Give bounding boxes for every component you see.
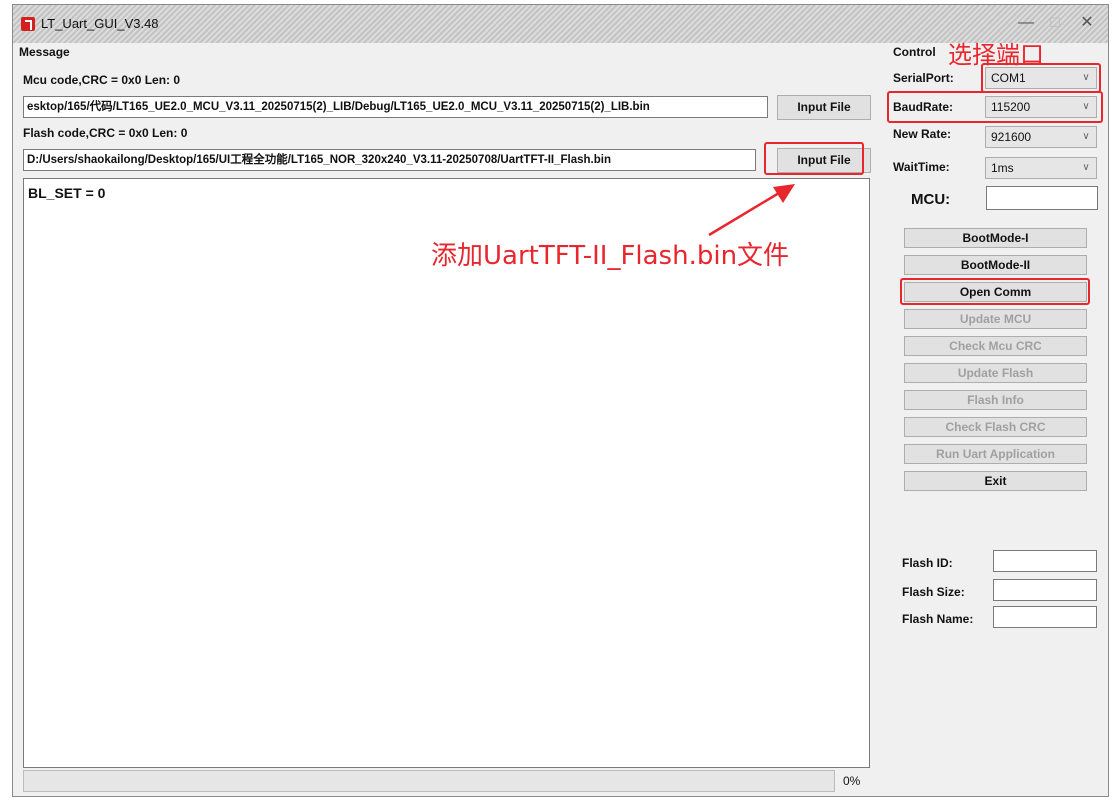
mcu-code-label: Mcu code,CRC = 0x0 Len: 0 [23, 73, 181, 87]
mcu-input-file-button[interactable]: Input File [777, 95, 871, 120]
exit-button[interactable]: Exit [904, 471, 1087, 491]
update-mcu-button[interactable]: Update MCU [904, 309, 1087, 329]
control-section-label: Control [893, 45, 936, 59]
app-window: LT_Uart_GUI_V3.48 — ☐ ✕ Message Mcu code… [12, 4, 1109, 797]
update-flash-button[interactable]: Update Flash [904, 363, 1087, 383]
close-icon[interactable]: ✕ [1073, 11, 1101, 35]
bootmode-1-button[interactable]: BootMode-I [904, 228, 1087, 248]
flash-name-input[interactable] [993, 606, 1097, 628]
serial-port-label: SerialPort: [893, 71, 954, 85]
flash-id-input[interactable] [993, 550, 1097, 572]
wait-time-label: WaitTime: [893, 160, 950, 174]
minimize-icon[interactable]: — [1012, 11, 1040, 35]
chevron-down-icon: ∨ [1082, 101, 1090, 112]
baud-rate-value: 115200 [991, 100, 1031, 114]
flash-info-button[interactable]: Flash Info [904, 390, 1087, 410]
new-rate-value: 921600 [991, 130, 1032, 144]
log-text: BL_SET = 0 [28, 185, 106, 201]
flash-name-label: Flash Name: [902, 612, 974, 626]
check-flash-crc-button[interactable]: Check Flash CRC [904, 417, 1087, 437]
wait-time-select[interactable]: 1ms ∨ [985, 157, 1097, 179]
highlight-flash-input-box [764, 142, 864, 175]
mcu-file-path-field[interactable]: esktop/165/代码/LT165_UE2.0_MCU_V3.11_2025… [23, 96, 768, 118]
wait-time-value: 1ms [991, 161, 1014, 175]
highlight-serial-port-box [981, 63, 1101, 93]
maximize-icon: ☐ [1049, 15, 1061, 30]
annotation-arrow-icon [708, 184, 795, 237]
new-rate-label: New Rate: [893, 127, 952, 141]
flash-size-label: Flash Size: [902, 585, 965, 599]
baud-rate-select[interactable]: 115200 ∨ [985, 96, 1097, 118]
flash-id-label: Flash ID: [902, 556, 953, 570]
check-mcu-crc-button[interactable]: Check Mcu CRC [904, 336, 1087, 356]
baud-rate-label: BaudRate: [893, 100, 954, 114]
progress-percent: 0% [843, 774, 861, 788]
flash-size-input[interactable] [993, 579, 1097, 601]
mcu-label: MCU: [911, 191, 951, 208]
annotation-add-flash-bin: 添加UartTFT-II_Flash.bin文件 [431, 241, 790, 271]
flash-code-label: Flash code,CRC = 0x0 Len: 0 [23, 126, 188, 140]
chevron-down-icon: ∨ [1082, 162, 1090, 173]
app-logo-icon [21, 17, 35, 31]
progress-bar [23, 770, 835, 792]
message-section-label: Message [19, 45, 70, 59]
run-uart-application-button[interactable]: Run Uart Application [904, 444, 1087, 464]
new-rate-select[interactable]: 921600 ∨ [985, 126, 1097, 148]
highlight-open-comm-box [900, 278, 1090, 305]
title-bar[interactable]: LT_Uart_GUI_V3.48 — ☐ ✕ [13, 5, 1108, 43]
mcu-input[interactable] [986, 186, 1098, 210]
window-title: LT_Uart_GUI_V3.48 [41, 16, 159, 31]
bootmode-2-button[interactable]: BootMode-II [904, 255, 1087, 275]
chevron-down-icon: ∨ [1082, 131, 1090, 142]
flash-file-path-field[interactable]: D:/Users/shaokailong/Desktop/165/UI工程全功能… [23, 149, 756, 171]
